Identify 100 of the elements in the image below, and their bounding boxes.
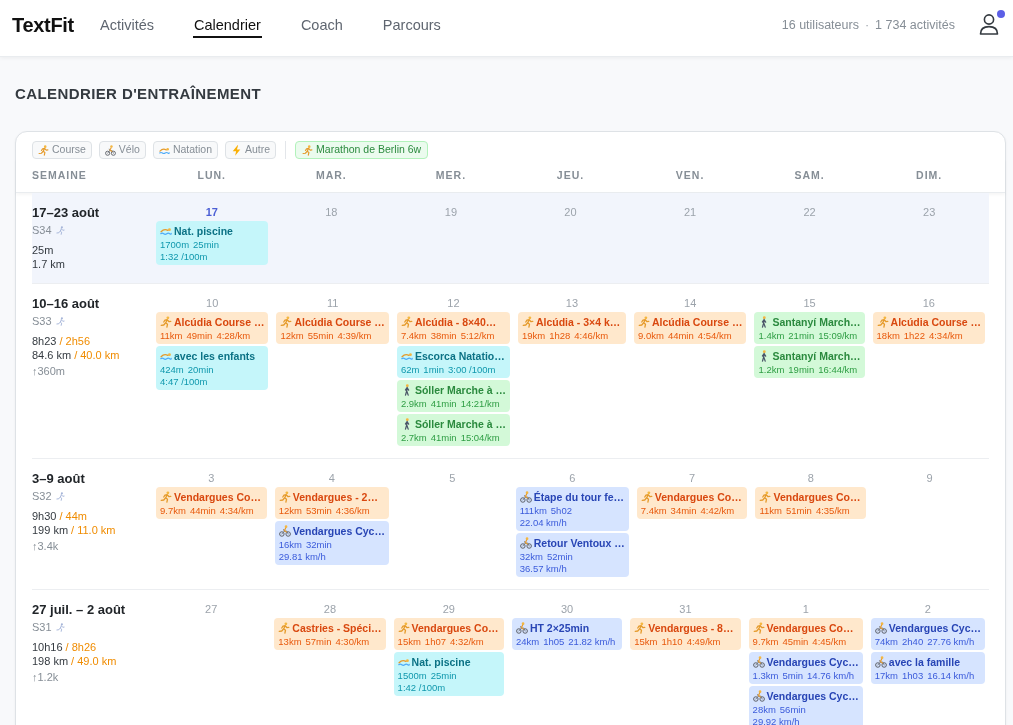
day-number: 16 [922,296,935,310]
cyclist-icon [752,656,765,668]
runner-icon [160,491,172,503]
activity-card[interactable]: Alcúdia Course … 18km 1h22 4:34/km [872,312,985,344]
activity-stat: 15km [397,636,421,648]
activity-stat: 4:45/km [812,636,847,648]
nav-tab[interactable]: Activités [99,15,155,38]
activity-stat: 1h03 [902,670,924,682]
activity-stat: 57min [305,636,332,648]
activity-card[interactable]: Vendargues Cyc… 28km 56min 29.92 km/h [748,686,863,725]
activity-card[interactable]: Vendargues Co… 9.7km 45min 4:45/km [748,618,863,650]
day-number: 8 [807,471,814,485]
activity-stat: 28km [752,704,776,716]
activity-title: Retour Ventoux … [533,536,625,550]
activity-stat: 20min [187,364,214,376]
activity-card[interactable]: Santanyí March… 1.2km 19min 16:44/km [754,346,865,378]
user-icon[interactable] [979,13,999,35]
activity-stat: 15km [634,636,658,648]
day-number: 9 [926,471,933,485]
activity-stat: 9.7km [752,636,779,648]
activity-stat: 1h22 [903,330,925,342]
activity-stat: 1h05 [543,636,565,648]
nav-tab[interactable]: Parcours [381,15,442,38]
activity-card[interactable]: Nat. piscine 1700m 25min 1:32 /100m [156,221,268,265]
elevation-gain: ↑1.2k [32,670,59,684]
activity-card[interactable]: Nat. piscine 1500m 25min 1:42 /100m [393,652,504,696]
sport-filter-chip[interactable]: Natation [152,141,218,159]
activity-title: Castries - Spéci… [292,621,382,635]
activity-card[interactable]: Vendargues Co… 7.4km 34min 4:42/km [636,487,748,519]
activity-stat: 4:42/km [700,505,735,517]
activity-card[interactable]: Alcúdia - 3×4 k… 19km 1h28 4:46/km [517,312,626,344]
activity-title: avec les enfants [174,349,256,363]
day-number: 2 [924,602,931,616]
elevation-gain: ↑360m [32,364,66,378]
runner-icon [55,225,65,235]
cyclist-icon [104,144,116,156]
activity-title: Vendargues - 2… [292,490,378,504]
activity-card[interactable]: Vendargues Co… 11km 51min 4:35/km [755,487,867,519]
activity-card[interactable]: HT 2×25min 24km 1h05 21.82 km/h [511,618,623,650]
activity-stat: 9.0km [638,330,664,342]
activity-card[interactable]: Vendargues - 8… 15km 1h10 4:49/km [630,618,741,650]
activity-card[interactable]: Alcúdia Course … 12km 55min 4:39/km [276,312,389,344]
activity-card[interactable]: Sóller Marche à … 2.7km 41min 15:04/km [396,414,510,446]
activity-stat: 36.57 km/h [519,563,567,575]
activity-card[interactable]: Alcúdia - 8×40… 7.4km 38min 5:12/km [396,312,510,344]
activity-stat: 41min [430,432,457,444]
activity-card[interactable]: Santanyí March… 1.4km 21min 15:09/km [754,312,865,344]
day-number: 30 [560,602,574,616]
day-number: 10 [206,296,219,310]
cyclist-icon [519,537,532,549]
activity-stat: 4:39/km [337,330,372,342]
activity-card[interactable]: Escorca Natatio… 62m 1min 3:00 /100m [396,346,510,378]
activity-card[interactable]: Alcúdia Course … 11km 49min 4:28/km [156,312,269,344]
nav-tab[interactable]: Calendrier [193,15,262,38]
activity-card[interactable]: Vendargues Cyc… 1.3km 5min 14.76 km/h [748,652,863,684]
activity-stat: 62m [400,364,420,376]
activity-card[interactable]: avec les enfants 424m 20min 4:47 /100m [156,346,269,390]
activity-card[interactable]: Castries - Spéci… 13km 57min 4:30/km [274,618,386,650]
activity-card[interactable]: avec la famille 17km 1h03 16.14 km/h [870,652,985,684]
activity-stat: 29.92 km/h [752,716,800,725]
plan-chip[interactable]: Marathon de Berlin 6w [295,141,429,159]
activity-stat: 29.81 km/h [278,551,326,563]
page-title: CALENDRIER D'ENTRAÎNEMENT [15,84,262,104]
activity-card[interactable]: Vendargues Co… 15km 1h07 4:32/km [393,618,504,650]
runner-icon [521,316,534,328]
activity-title: Sóller Marche à … [414,383,506,397]
activity-card[interactable]: Alcúdia Course … 9.0km 44min 4:54/km [634,312,747,344]
activity-card[interactable]: Retour Ventoux … 32km 52min 36.57 km/h [515,533,629,577]
activity-card[interactable]: Sóller Marche à … 2.9km 41min 14:21/km [396,380,510,412]
day-number: 3 [208,471,215,485]
activity-card[interactable]: Vendargues Cyc… 74km 2h40 27.76 km/h [870,618,985,650]
activity-title: Escorca Natatio… [414,349,505,363]
activity-card[interactable]: Vendargues Cyc… 16km 32min 29.81 km/h [274,521,389,565]
day-number: 29 [442,602,455,616]
day-number: 31 [679,602,692,616]
week-number: S32 [32,489,52,503]
activity-stat: 1.2km [758,364,785,376]
activity-title: Vendargues - 8… [648,621,734,635]
sport-filter-chip[interactable]: Course [32,141,92,159]
activity-card[interactable]: Vendargues - 2… 12km 53min 4:36/km [274,487,389,519]
runner-icon [55,491,65,501]
activity-stat: 2.9km [400,398,427,410]
week-range: 27 juil. – 2 août [32,602,126,618]
nav-tab[interactable]: Coach [299,15,344,38]
app-logo[interactable]: TextFit [12,13,74,37]
activity-title: Santanyí March… [772,315,861,329]
total-distance: 84.6 km [32,348,72,362]
total-time: 8h23 [32,334,57,348]
sport-filter-chip[interactable]: Vélo [98,141,146,159]
day-number: 15 [803,296,816,310]
activity-card[interactable]: Vendargues Co… 9.7km 44min 4:34/km [156,487,267,519]
sport-filter-chip[interactable]: Autre [225,141,277,159]
activity-stat: 4:32/km [450,636,484,648]
activity-stat: 1.4km [758,330,785,342]
activity-title: Alcúdia Course … [890,315,981,329]
activity-card[interactable]: Étape du tour fe… 111km 5h02 22.04 km/h [515,487,629,531]
activity-stat: 4:49/km [686,636,721,648]
column-header: JEU. [556,168,585,182]
total-time: 10h16 [32,640,63,654]
day-number: 20 [564,205,577,219]
